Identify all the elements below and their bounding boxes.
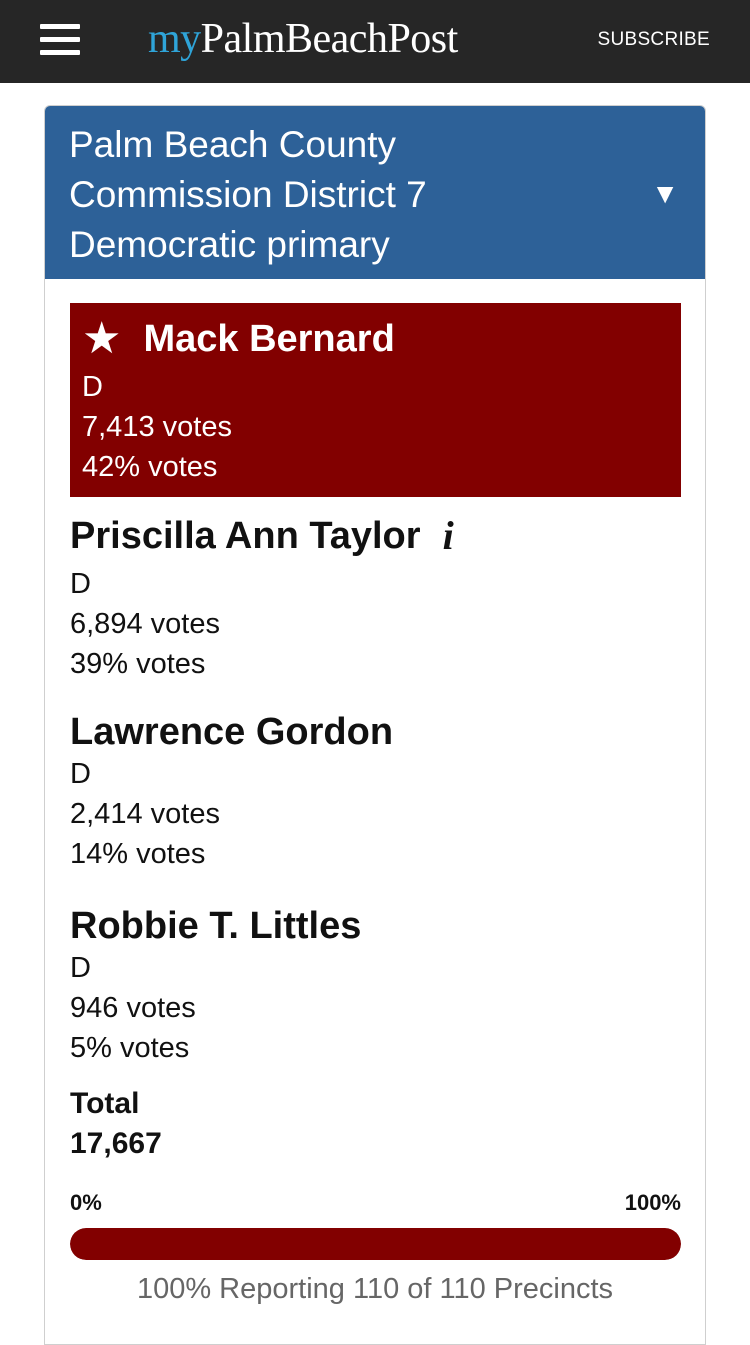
race-title-line: Palm Beach County <box>69 124 397 165</box>
site-logo[interactable]: myPalmBeachPost <box>148 14 458 64</box>
race-results-card: Palm Beach County Commission District 7 … <box>44 105 706 1345</box>
candidate-party: D <box>70 952 91 984</box>
logo-main-text: PalmBeachPost <box>200 16 459 62</box>
candidate-name: Robbie T. Littles <box>70 905 362 947</box>
candidate-row: Robbie T. Littles D 946 votes 5% votes <box>70 904 681 1068</box>
logo-my-text: my <box>148 16 201 62</box>
progress-scale: 0% 100% <box>70 1190 681 1216</box>
top-nav-bar: myPalmBeachPost SUBSCRIBE <box>0 0 750 83</box>
candidate-party: D <box>70 568 91 600</box>
race-header-toggle[interactable]: Palm Beach County Commission District 7 … <box>45 106 705 279</box>
candidate-name: Priscilla Ann Taylor <box>70 515 421 557</box>
candidate-percent: 5% votes <box>70 1032 190 1064</box>
total-label: Total <box>70 1087 140 1120</box>
total-value: 17,667 <box>70 1127 162 1160</box>
candidate-name: Mack Bernard <box>143 318 395 360</box>
reporting-status: 100% Reporting 110 of 110 Precincts <box>136 1273 614 1305</box>
candidate-percent: 39% votes <box>70 648 206 680</box>
candidate-row: Lawrence Gordon D 2,414 votes 14% votes <box>70 710 681 874</box>
reporting-progress-fill <box>70 1228 681 1260</box>
progress-max-label: 100% <box>624 1190 681 1215</box>
subscribe-link[interactable]: SUBSCRIBE <box>597 28 710 52</box>
race-title: Palm Beach County Commission District 7 … <box>69 120 629 270</box>
candidate-party: D <box>70 758 91 790</box>
reporting-progress-bar <box>70 1228 681 1260</box>
candidate-percent: 14% votes <box>70 838 206 870</box>
candidate-votes: 6,894 votes <box>70 608 220 640</box>
candidate-votes: 946 votes <box>70 992 196 1024</box>
candidate-party: D <box>82 371 103 403</box>
hamburger-menu-icon[interactable] <box>40 24 80 56</box>
winner-candidate-row: ★ Mack Bernard D 7,413 votes 42% votes <box>70 303 681 497</box>
vote-total: Total 17,667 <box>70 1084 162 1164</box>
candidate-votes: 2,414 votes <box>70 798 220 830</box>
candidate-row: Priscilla Ann Taylor i D 6,894 votes 39%… <box>70 514 681 684</box>
dropdown-caret-icon[interactable]: ▼ <box>651 176 679 212</box>
race-title-line: Commission District 7 <box>69 174 427 215</box>
candidate-percent: 42% votes <box>82 451 218 483</box>
info-icon[interactable]: i <box>443 514 454 558</box>
race-title-line: Democratic primary <box>69 224 390 265</box>
winner-star-icon: ★ <box>82 314 122 363</box>
candidate-name: Lawrence Gordon <box>70 711 394 753</box>
candidate-votes: 7,413 votes <box>82 411 232 443</box>
progress-min-label: 0% <box>70 1190 102 1215</box>
